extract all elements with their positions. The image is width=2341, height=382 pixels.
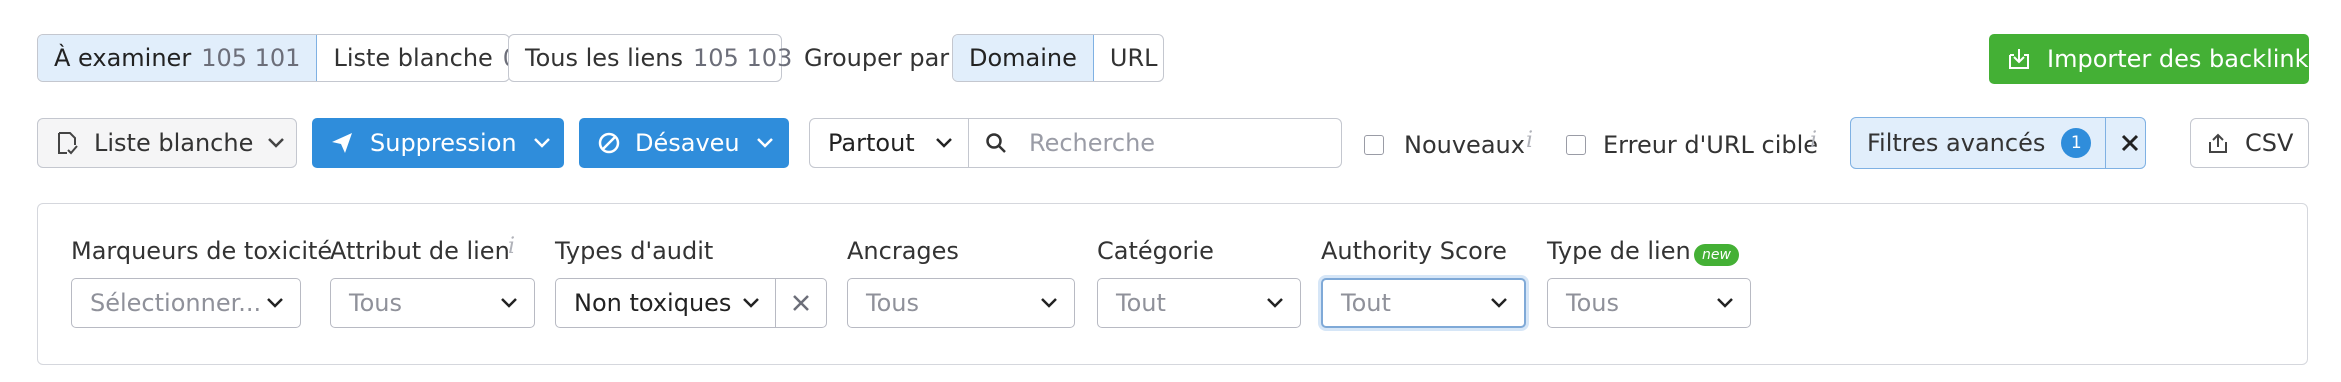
- link-type-value: Tous: [1566, 289, 1619, 317]
- removal-action-label: Suppression: [370, 129, 517, 157]
- advanced-filters-label: Filtres avancés: [1867, 129, 2046, 157]
- search-placeholder: Recherche: [1029, 129, 1156, 157]
- chevron-down-icon: [756, 137, 774, 149]
- group-by-url-label: URL: [1109, 44, 1158, 72]
- link-type-label: Type de lien: [1547, 237, 1691, 265]
- chevron-down-icon: [266, 297, 284, 309]
- scope-select-value: Partout: [828, 129, 915, 157]
- new-checkbox[interactable]: [1364, 135, 1384, 155]
- new-tag-badge: new: [1694, 244, 1739, 266]
- chevron-down-icon: [742, 297, 760, 309]
- chevron-down-icon: [935, 137, 953, 149]
- chevron-down-icon: [267, 137, 285, 149]
- authority-score-value: Tout: [1341, 289, 1391, 317]
- whitelist-doc-icon: [56, 131, 78, 155]
- removal-action-button[interactable]: Suppression: [312, 118, 564, 168]
- group-by-domain-label: Domaine: [969, 44, 1077, 72]
- search-input[interactable]: Recherche: [968, 118, 1342, 168]
- authority-score-label: Authority Score: [1321, 237, 1507, 265]
- chevron-down-icon: [500, 297, 518, 309]
- chevron-down-icon: [1490, 297, 1508, 309]
- group-by-domain[interactable]: Domaine: [953, 35, 1094, 81]
- whitelist-action-button[interactable]: Liste blanche: [37, 118, 297, 168]
- toxicity-markers-select[interactable]: Sélectionner...: [71, 278, 301, 328]
- status-tabs: À examiner 105 101 Liste blanche 0: [37, 34, 518, 82]
- audit-types-value: Non toxiques: [574, 289, 732, 317]
- info-icon: i: [1526, 128, 1534, 153]
- toxicity-markers-value: Sélectionner...: [90, 289, 262, 317]
- import-backlinks-label: Importer des backlinks: [2047, 45, 2322, 73]
- disavow-action-button[interactable]: Désaveu: [579, 118, 789, 168]
- advanced-filters-button[interactable]: Filtres avancés 1: [1850, 117, 2146, 169]
- link-attribute-select[interactable]: Tous: [330, 278, 535, 328]
- tab-to-review[interactable]: À examiner 105 101: [38, 35, 318, 81]
- link-type-select[interactable]: Tous: [1547, 278, 1751, 328]
- authority-score-select[interactable]: Tout: [1321, 278, 1526, 328]
- anchors-label: Ancrages: [847, 237, 959, 265]
- tab-to-review-count: 105 101: [201, 44, 301, 72]
- chevron-down-icon: [1040, 297, 1058, 309]
- group-by-toggle: Domaine URL: [952, 34, 1164, 82]
- anchors-value: Tous: [866, 289, 919, 317]
- info-icon: i: [508, 234, 516, 259]
- export-icon: [2207, 132, 2229, 154]
- audit-types-clear-button[interactable]: [775, 278, 827, 328]
- disavow-action-label: Désaveu: [635, 129, 740, 157]
- clear-filters-button[interactable]: [2106, 118, 2154, 168]
- filter-count-badge: 1: [2061, 128, 2092, 158]
- scope-select[interactable]: Partout: [809, 118, 970, 168]
- info-icon: i: [1810, 128, 1818, 153]
- chevron-down-icon: [1266, 297, 1284, 309]
- tab-whitelist[interactable]: Liste blanche 0: [317, 35, 534, 81]
- block-icon: [597, 131, 621, 155]
- advanced-filters-toggle[interactable]: Filtres avancés 1: [1851, 118, 2107, 168]
- csv-export-label: CSV: [2245, 129, 2294, 157]
- all-links-label: Tous les liens: [525, 44, 683, 72]
- link-attribute-value: Tous: [349, 289, 402, 317]
- whitelist-action-label: Liste blanche: [94, 129, 254, 157]
- csv-export-button[interactable]: CSV: [2190, 118, 2309, 168]
- all-links-count: 105 103: [693, 44, 793, 72]
- new-checkbox-label: Nouveaux: [1404, 131, 1525, 159]
- send-icon: [330, 131, 354, 155]
- link-attribute-label: Attribut de lien: [330, 237, 510, 265]
- close-icon: [2120, 133, 2140, 153]
- category-label: Catégorie: [1097, 237, 1214, 265]
- search-icon: [985, 132, 1007, 154]
- category-select[interactable]: Tout: [1097, 278, 1301, 328]
- chevron-down-icon: [1716, 297, 1734, 309]
- import-icon: [2007, 47, 2031, 71]
- category-value: Tout: [1116, 289, 1166, 317]
- all-links-button[interactable]: Tous les liens 105 103: [508, 34, 792, 82]
- close-icon: [792, 294, 810, 312]
- audit-types-select[interactable]: Non toxiques: [555, 278, 777, 328]
- chevron-down-icon: [533, 137, 551, 149]
- target-url-error-label: Erreur d'URL cible: [1603, 131, 1819, 159]
- target-url-error-checkbox[interactable]: [1566, 135, 1586, 155]
- group-by-label: Grouper par: [804, 44, 950, 72]
- import-backlinks-button[interactable]: Importer des backlinks: [1989, 34, 2321, 84]
- audit-types-label: Types d'audit: [555, 237, 714, 265]
- tab-whitelist-label: Liste blanche: [333, 44, 493, 72]
- tab-to-review-label: À examiner: [54, 44, 192, 72]
- anchors-select[interactable]: Tous: [847, 278, 1075, 328]
- toxicity-markers-label: Marqueurs de toxicité: [71, 237, 333, 265]
- group-by-url[interactable]: URL: [1094, 35, 1174, 81]
